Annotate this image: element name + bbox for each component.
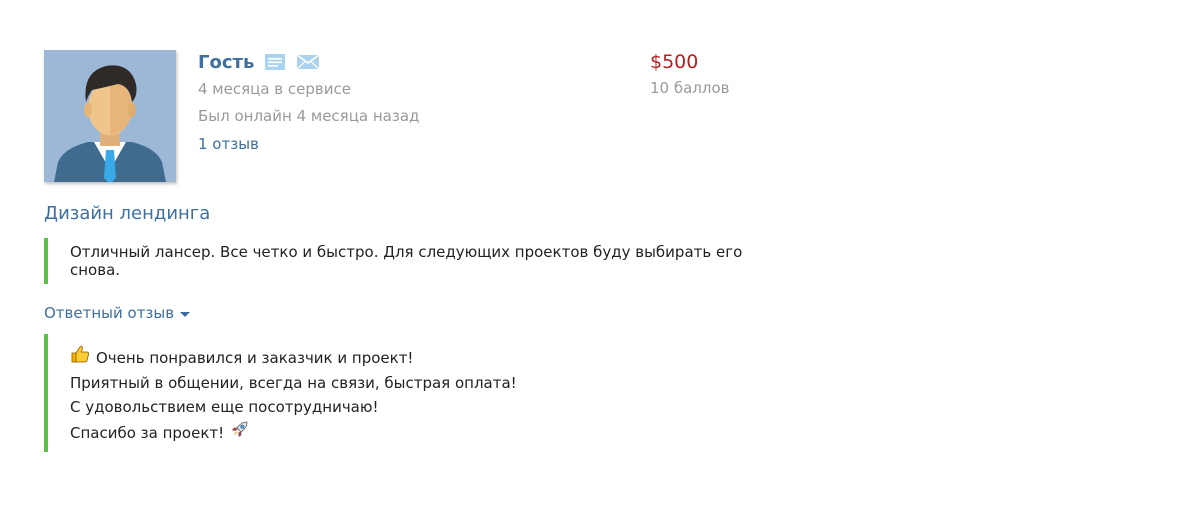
- document-icon[interactable]: [264, 53, 286, 71]
- reply-toggle-label: Ответный отзыв: [44, 304, 175, 322]
- reviews-count-link[interactable]: 1 отзыв: [198, 130, 419, 158]
- reply-line: Очень понравился и заказчик и проект!: [70, 344, 744, 371]
- last-online-status: Был онлайн 4 месяца назад: [198, 107, 420, 125]
- reply-line-text: Очень понравился и заказчик и проект!: [96, 348, 414, 367]
- envelope-icon[interactable]: [296, 53, 320, 71]
- project-price: $500: [650, 51, 699, 73]
- reply-line: Приятный в общении, всегда на связи, быс…: [70, 371, 744, 395]
- reply-line-text: Спасибо за проект!: [70, 423, 225, 442]
- user-name-link[interactable]: Гость: [198, 52, 254, 73]
- reply-line-text: С удовольствием еще посотрудничаю!: [70, 398, 379, 416]
- payment-info: $500 10 баллов: [650, 48, 730, 100]
- thumbs-up-icon: [70, 344, 90, 371]
- reply-line: С удовольствием еще посотрудничаю!: [70, 395, 744, 419]
- avatar[interactable]: [44, 50, 176, 182]
- caret-down-icon: [180, 311, 191, 317]
- avatar-person-icon: [44, 50, 176, 182]
- review-text-block: Отличный лансер. Все четко и быстро. Для…: [44, 238, 748, 284]
- project-title-link[interactable]: Дизайн лендинга: [44, 203, 210, 224]
- reply-text-block: Очень понравился и заказчик и проект! Пр…: [44, 334, 744, 452]
- service-duration: 4 месяца в сервисе: [198, 80, 351, 98]
- rating-points: 10 баллов: [650, 79, 730, 97]
- reply-line-text: Приятный в общении, всегда на связи, быс…: [70, 374, 517, 392]
- reply-line: Спасибо за проект!: [70, 419, 744, 446]
- rocket-icon: [230, 419, 250, 446]
- review-text: Отличный лансер. Все четко и быстро. Для…: [70, 243, 743, 279]
- user-info: Гость 4 месяца в сервисе Был онлайн 4 ме…: [198, 48, 419, 158]
- user-name-row: Гость: [198, 48, 419, 76]
- reply-review-toggle[interactable]: Ответный отзыв: [44, 304, 191, 322]
- review-card: Гость 4 месяца в сервисе Был онлайн 4 ме…: [0, 0, 1199, 506]
